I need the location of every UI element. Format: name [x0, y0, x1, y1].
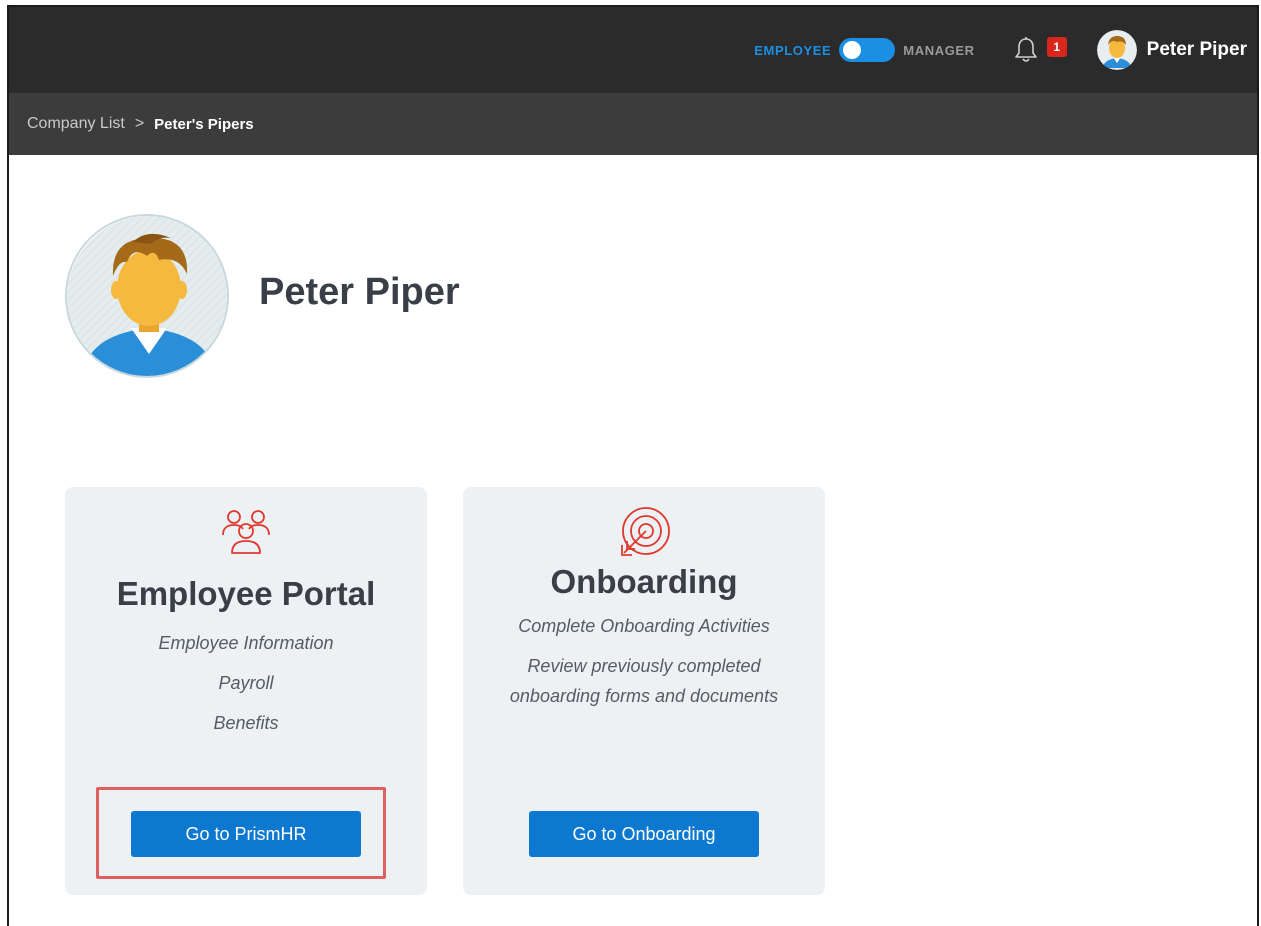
employee-portal-line: Payroll — [218, 673, 274, 693]
profile-name: Peter Piper — [259, 271, 460, 313]
notification-count-badge: 1 — [1046, 37, 1067, 57]
notifications[interactable]: 1 — [1013, 36, 1067, 64]
employee-portal-line: Benefits — [213, 713, 279, 733]
breadcrumb-company-list[interactable]: Company List — [27, 115, 125, 133]
role-toggle-group: EMPLOYEE MANAGER — [754, 38, 974, 62]
app-window: EMPLOYEE MANAGER 1 Peter Piper Company L… — [7, 5, 1259, 926]
breadcrumb-current-company: Peter's Pipers — [154, 115, 254, 133]
user-name[interactable]: Peter Piper — [1147, 39, 1247, 61]
people-group-icon — [222, 510, 270, 554]
go-to-onboarding-button[interactable]: Go to Onboarding — [529, 811, 759, 857]
bell-icon[interactable] — [1013, 36, 1039, 64]
onboarding-line: onboarding forms and documents — [509, 686, 779, 706]
employee-portal-line: Employee Information — [158, 633, 334, 653]
profile-avatar — [65, 214, 229, 378]
avatar-icon — [1096, 30, 1137, 70]
onboarding-description: Complete Onboarding Activities Review pr… — [463, 611, 825, 711]
breadcrumb: Company List > Peter's Pipers — [9, 93, 1257, 155]
user-avatar[interactable] — [1096, 30, 1137, 70]
manager-toggle-label[interactable]: MANAGER — [903, 43, 974, 58]
person-avatar-icon — [67, 216, 227, 376]
user-menu[interactable]: Peter Piper — [1096, 30, 1247, 70]
employee-portal-card: Employee Portal Employee Information Pay… — [65, 487, 427, 895]
target-arrow-icon — [621, 507, 670, 556]
toggle-knob — [843, 41, 862, 59]
onboarding-line: Review previously completed — [527, 656, 761, 676]
onboarding-title: Onboarding — [550, 563, 738, 600]
top-navigation-bar: EMPLOYEE MANAGER 1 Peter Piper — [9, 7, 1257, 93]
breadcrumb-separator: > — [134, 115, 145, 132]
onboarding-card: Onboarding Complete Onboarding Activitie… — [463, 487, 825, 895]
employee-toggle-label[interactable]: EMPLOYEE — [754, 43, 831, 58]
employee-portal-description: Employee Information Payroll Benefits — [65, 623, 427, 743]
role-toggle-switch[interactable] — [839, 38, 896, 62]
go-to-prismhr-button[interactable]: Go to PrismHR — [131, 811, 361, 857]
employee-portal-title: Employee Portal — [116, 575, 376, 612]
onboarding-line: Complete Onboarding Activities — [518, 616, 770, 636]
